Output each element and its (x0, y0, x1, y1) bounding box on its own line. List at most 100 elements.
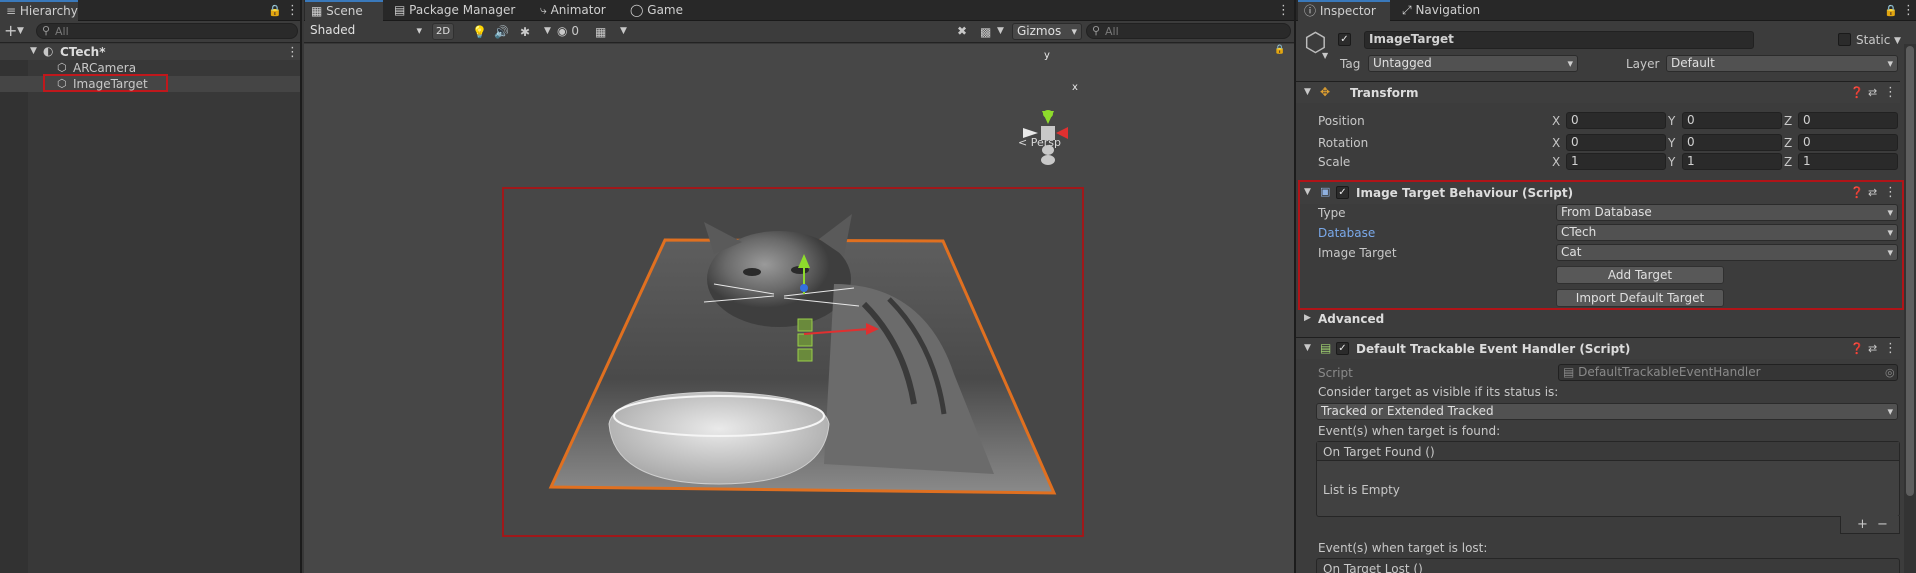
transform-x-field[interactable]: 1 (1566, 153, 1666, 170)
chevron-down-icon[interactable]: ▼ (1322, 52, 1328, 60)
expand-arrow-icon[interactable]: ▼ (30, 47, 37, 56)
scene-row[interactable]: ▼ ◐ CTech* ⋮ (0, 44, 300, 60)
tag-dropdown[interactable]: Untagged (1368, 55, 1578, 72)
scene-menu-icon[interactable]: ⋮ (286, 46, 299, 59)
tab-navigation[interactable]: ⤢ Navigation (1396, 0, 1486, 21)
grid-icon: ▦ (311, 4, 323, 18)
unity-scene-icon: ◐ (43, 44, 54, 58)
transform-row-label: Position (1318, 114, 1365, 128)
cube-icon: ⬡ (57, 61, 67, 74)
hierarchy-panel: ≡ Hierarchy 🔒 ⋮ + ▼ ⚲ All ▼ ◐ CTech* ⋮ ⬡… (0, 0, 302, 573)
lighting-icon[interactable]: 💡 (472, 26, 487, 38)
collapse-arrow-icon[interactable]: ▼ (1304, 188, 1311, 197)
active-checkbox[interactable]: ✓ (1338, 33, 1351, 46)
scrollbar-thumb[interactable] (1906, 46, 1914, 496)
transform-y-field[interactable]: 1 (1682, 153, 1782, 170)
tab-hierarchy[interactable]: ≡ Hierarchy (0, 0, 78, 21)
lock-icon[interactable]: 🔒 (1274, 46, 1285, 55)
static-checkbox[interactable] (1838, 33, 1851, 46)
event-handler-header[interactable]: ▼ ▤ ✓ Default Trackable Event Handler (S… (1296, 337, 1900, 359)
transform-y-field[interactable]: 0 (1682, 112, 1782, 129)
image-target-behaviour-header[interactable]: ▼ ▣ ✓ Image Target Behaviour (Script) ❓ … (1300, 182, 1902, 204)
transform-y-field[interactable]: 0 (1682, 134, 1782, 151)
component-menu-icon[interactable]: ⋮ (1884, 186, 1897, 199)
object-picker-icon: ◎ (1885, 366, 1895, 379)
add-event-icon[interactable]: + (1857, 518, 1868, 531)
transform-z-field[interactable]: 0 (1798, 112, 1898, 129)
chevron-down-icon[interactable]: ▼ (17, 27, 24, 36)
cube-icon: ⬡ (57, 77, 67, 90)
remove-event-icon[interactable]: − (1877, 518, 1888, 531)
static-label: Static (1856, 33, 1891, 47)
lock-icon[interactable]: 🔒 (268, 5, 282, 16)
audio-icon[interactable]: 🔊 (494, 26, 509, 38)
image-target-plane[interactable] (304, 44, 1294, 573)
tools-icon[interactable]: ✖ (957, 25, 967, 37)
package-icon: ▤ (394, 3, 406, 17)
hidden-objects-toggle[interactable]: ◉ 0 (557, 24, 579, 38)
found-events-label: Event(s) when target is found: (1318, 424, 1501, 438)
type-dropdown[interactable]: From Database (1556, 204, 1898, 221)
collapse-arrow-icon[interactable]: ▼ (1304, 88, 1311, 97)
help-icon[interactable]: ❓ (1850, 343, 1864, 354)
scene-search-input[interactable]: ⚲ All (1086, 23, 1291, 39)
layer-dropdown[interactable]: Default (1666, 55, 1898, 72)
preset-icon[interactable]: ⇄ (1868, 87, 1877, 98)
inspector-scrollbar[interactable] (1904, 44, 1916, 573)
collapse-arrow-icon[interactable]: ▼ (1304, 344, 1311, 353)
hierarchy-item-imagetarget[interactable]: ⬡ ImageTarget (0, 74, 300, 92)
database-dropdown[interactable]: CTech (1556, 224, 1898, 241)
grid-snap-icon[interactable]: ▦ (595, 26, 606, 38)
tab-package-manager[interactable]: ▤ Package Manager (388, 0, 521, 21)
vuforia-script-icon: ▣ (1320, 185, 1331, 198)
add-icon[interactable]: + (4, 23, 17, 39)
object-name-field[interactable]: ImageTarget (1364, 31, 1754, 49)
chevron-down-icon[interactable]: ▼ (544, 27, 551, 36)
gizmos-dropdown[interactable]: Gizmos (1012, 23, 1082, 40)
hierarchy-search-input[interactable]: ⚲ All (36, 23, 298, 39)
chevron-down-icon[interactable]: ▼ (1894, 37, 1901, 46)
component-enabled-checkbox[interactable]: ✓ (1336, 342, 1349, 355)
image-target-dropdown[interactable]: Cat (1556, 244, 1898, 261)
chevron-down-icon[interactable]: ▼ (620, 27, 627, 36)
import-default-target-button[interactable]: Import Default Target (1556, 289, 1724, 307)
tracking-status-dropdown[interactable]: Tracked or Extended Tracked (1316, 403, 1898, 420)
more-menu-icon[interactable]: ⋮ (286, 4, 299, 17)
effects-icon[interactable]: ✱ (520, 26, 530, 38)
tab-game[interactable]: ◯ Game (624, 0, 689, 21)
gizmo-axis-y-label: y (1044, 50, 1050, 61)
component-enabled-checkbox[interactable]: ✓ (1336, 186, 1349, 199)
camera-icon[interactable]: ▩ (980, 26, 991, 38)
transform-header[interactable]: ▼ ✥ Transform ❓ ⇄ ⋮ (1296, 81, 1900, 103)
transform-z-field[interactable]: 1 (1798, 153, 1898, 170)
tab-scene[interactable]: ▦ Scene (305, 0, 383, 21)
hierarchy-list-icon: ≡ (6, 4, 17, 18)
component-menu-icon[interactable]: ⋮ (1884, 86, 1897, 99)
more-menu-icon[interactable]: ⋮ (1902, 4, 1915, 17)
preset-icon[interactable]: ⇄ (1868, 187, 1877, 198)
gizmo-axis-x-label: x (1072, 82, 1078, 93)
tab-animator[interactable]: ⤷ Animator (534, 0, 612, 21)
help-icon[interactable]: ❓ (1850, 87, 1864, 98)
transform-x-field[interactable]: 0 (1566, 112, 1666, 129)
help-icon[interactable]: ❓ (1850, 187, 1864, 198)
lock-icon[interactable]: 🔒 (1884, 5, 1898, 16)
more-menu-icon[interactable]: ⋮ (1277, 4, 1290, 17)
shading-mode-dropdown[interactable]: Shaded (306, 23, 426, 40)
transform-x-field[interactable]: 0 (1566, 134, 1666, 151)
expand-arrow-icon[interactable]: ▶ (1304, 314, 1311, 323)
eye-slash-icon: ◉ (557, 24, 568, 38)
component-menu-icon[interactable]: ⋮ (1884, 342, 1897, 355)
consider-visible-label: Consider target as visible if its status… (1318, 385, 1559, 399)
chevron-down-icon[interactable]: ▼ (997, 27, 1004, 36)
advanced-foldout[interactable]: ▶ Advanced (1296, 312, 1900, 326)
2d-toggle-button[interactable]: 2D (432, 23, 454, 40)
tab-inspector[interactable]: ⓘ Inspector (1298, 0, 1390, 21)
on-target-found-header: On Target Found () (1317, 442, 1899, 461)
hierarchy-toolbar: + ▼ ⚲ All (0, 21, 300, 43)
preset-icon[interactable]: ⇄ (1868, 343, 1877, 354)
scene-viewport[interactable]: y x 🔒 < Persp (304, 44, 1294, 573)
projection-toggle[interactable]: < Persp (1018, 136, 1061, 149)
transform-z-field[interactable]: 0 (1798, 134, 1898, 151)
add-target-button[interactable]: Add Target (1556, 266, 1724, 284)
